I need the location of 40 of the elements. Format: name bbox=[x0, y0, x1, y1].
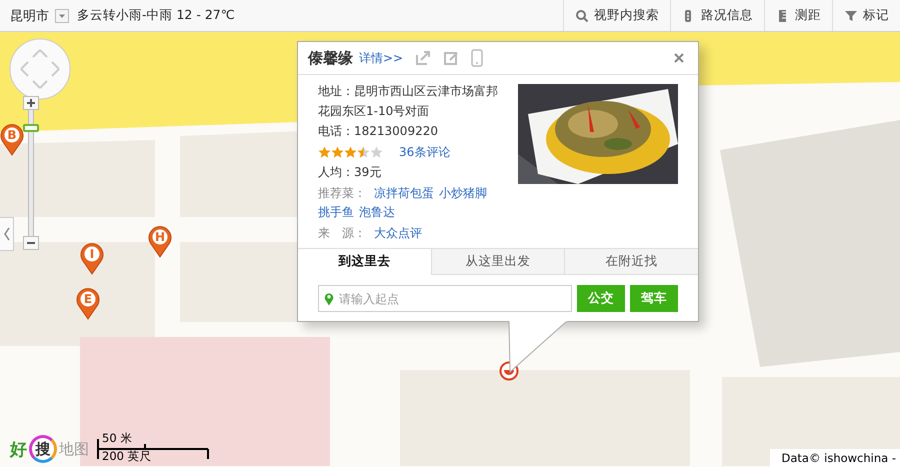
scale-label: 50 米 bbox=[102, 432, 132, 444]
place-title: 傣馨缘 bbox=[308, 48, 353, 68]
funnel-icon bbox=[844, 8, 858, 22]
route-tab[interactable]: 从这里出发 bbox=[430, 249, 564, 275]
source-label: 来 源： bbox=[318, 226, 366, 240]
route-tab[interactable]: 在附近找 bbox=[564, 249, 698, 275]
scale-label: 200 英尺 bbox=[102, 450, 152, 462]
details-link[interactable]: 详情>> bbox=[359, 50, 404, 66]
location-pin-icon bbox=[324, 292, 334, 306]
map-logo: 好 搜 地图 bbox=[10, 435, 89, 463]
dish-link[interactable]: 泡鲁达 bbox=[359, 205, 395, 219]
map-marker[interactable]: B bbox=[0, 124, 24, 156]
dish-link[interactable]: 挑手鱼 bbox=[318, 205, 354, 219]
phone-icon[interactable] bbox=[471, 49, 484, 67]
copyright-text: Data© ishowchina - bbox=[770, 449, 900, 467]
edit-icon[interactable] bbox=[443, 50, 460, 66]
collapse-tab[interactable] bbox=[0, 217, 14, 251]
map-marker[interactable]: E bbox=[76, 288, 100, 320]
share-icon[interactable] bbox=[415, 50, 432, 66]
city-name[interactable]: 昆明市 bbox=[10, 6, 49, 24]
phone-text: 电话：18213009220 bbox=[318, 123, 439, 140]
dropdown-icon[interactable] bbox=[55, 8, 69, 22]
recommended-label: 推荐菜： bbox=[318, 186, 366, 200]
dish-link[interactable]: 凉拌荷包蛋 bbox=[374, 186, 434, 200]
close-icon[interactable] bbox=[674, 53, 684, 63]
zoom-in-button[interactable] bbox=[23, 96, 39, 110]
price-text: 人均：39元 bbox=[318, 164, 382, 181]
search-icon bbox=[575, 8, 589, 22]
route-button[interactable]: 驾车 bbox=[630, 285, 678, 312]
start-field[interactable]: 请输入起点 bbox=[318, 285, 572, 312]
route-button[interactable]: 公交 bbox=[577, 285, 625, 312]
dish-link[interactable]: 小炒猪脚 bbox=[439, 186, 487, 200]
source-link[interactable]: 大众点评 bbox=[374, 226, 422, 240]
address-text: 地址：昆明市西山区云津市场富邦花园东区1-10号对面 bbox=[318, 83, 499, 120]
reviews-link[interactable]: 36条评论 bbox=[399, 142, 450, 162]
zoom-out-button[interactable] bbox=[23, 236, 39, 250]
map-marker[interactable]: I bbox=[80, 243, 104, 275]
weather-text: 多云转小雨-中雨 12 - 27℃ bbox=[77, 7, 235, 24]
zoom-slider-thumb[interactable] bbox=[23, 124, 39, 132]
map-marker[interactable]: H bbox=[148, 226, 172, 258]
